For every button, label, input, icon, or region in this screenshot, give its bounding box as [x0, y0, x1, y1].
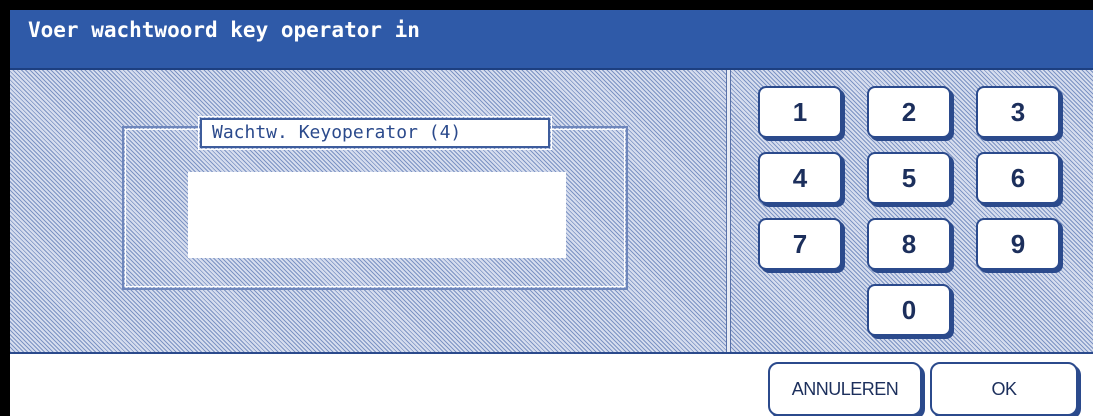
key-7[interactable]: 7 [758, 218, 842, 270]
key-3[interactable]: 3 [976, 86, 1060, 138]
keypad-panel: 1 2 3 4 5 6 7 8 9 0 [730, 70, 1093, 352]
key-4[interactable]: 4 [758, 152, 842, 204]
screen: Voer wachtwoord key operator in Wachtw. … [10, 10, 1093, 416]
password-label: Wachtw. Keyoperator (4) [198, 116, 552, 150]
key-9[interactable]: 9 [976, 218, 1060, 270]
page-title: Voer wachtwoord key operator in [28, 18, 420, 42]
cancel-button[interactable]: ANNULEREN [768, 362, 922, 416]
password-input[interactable] [188, 172, 566, 258]
title-bar: Voer wachtwoord key operator in [10, 10, 1093, 70]
bottom-bar: ANNULEREN OK [10, 352, 1093, 416]
password-panel: Wachtw. Keyoperator (4) [10, 70, 727, 352]
key-6[interactable]: 6 [976, 152, 1060, 204]
ok-button[interactable]: OK [930, 362, 1078, 416]
key-8[interactable]: 8 [867, 218, 951, 270]
key-5[interactable]: 5 [867, 152, 951, 204]
key-0[interactable]: 0 [867, 284, 951, 336]
key-2[interactable]: 2 [867, 86, 951, 138]
key-1[interactable]: 1 [758, 86, 842, 138]
